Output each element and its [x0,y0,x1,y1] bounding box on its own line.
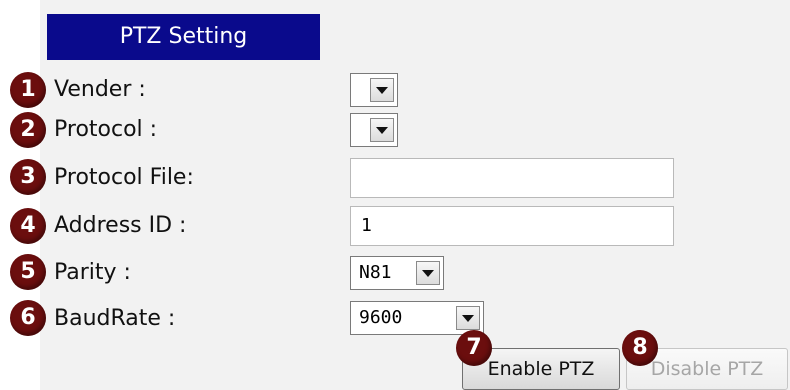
protocol-select[interactable] [350,113,398,147]
step-badge-5: 5 [10,254,46,290]
step-badge-1: 1 [10,72,46,108]
parity-value: N81 [359,262,392,283]
step-badge-2: 2 [10,112,46,148]
baudrate-select[interactable]: 9600 [350,301,484,335]
step-badge-8: 8 [622,330,658,366]
chevron-down-icon[interactable] [456,306,480,330]
step-badge-3: 3 [10,159,46,195]
chevron-down-icon[interactable] [370,78,394,102]
address-id-label: Address ID : [54,213,187,238]
parity-select[interactable]: N81 [350,256,444,290]
step-badge-6: 6 [10,300,46,336]
protocol-label: Protocol : [54,117,158,142]
baudrate-value: 9600 [359,307,403,328]
chevron-down-icon[interactable] [416,261,440,285]
step-badge-7: 7 [456,330,492,366]
parity-label: Parity : [54,260,131,285]
protocol-file-input[interactable] [350,158,674,198]
page-title: PTZ Setting [47,14,320,60]
vender-select[interactable] [350,73,398,107]
vender-label: Vender : [54,77,146,102]
protocol-file-label: Protocol File: [54,165,194,190]
step-badge-4: 4 [10,208,46,244]
address-id-input[interactable]: 1 [350,206,674,246]
chevron-down-icon[interactable] [370,118,394,142]
baudrate-label: BaudRate : [54,306,176,331]
